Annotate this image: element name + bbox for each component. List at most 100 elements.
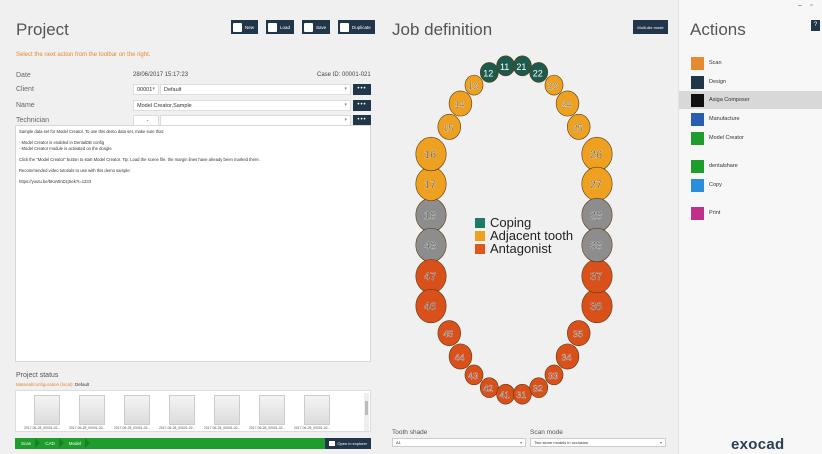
tooth-11[interactable]: 11 (496, 55, 515, 77)
workflow-step-model[interactable]: Model (63, 438, 91, 449)
tooth-48[interactable]: 48 (415, 227, 447, 263)
tooth-number: 23 (548, 81, 558, 91)
action-scan[interactable]: Scan (679, 54, 822, 72)
tooth-33[interactable]: 33 (544, 364, 564, 386)
scan-mode-select[interactable]: Two stone models in occlusion ▾ (530, 438, 666, 447)
tooth-42[interactable]: 42 (479, 377, 499, 398)
action-dentalshare[interactable]: dentalshare (679, 157, 822, 175)
print-icon (691, 206, 704, 220)
client-more-button[interactable]: ••• (353, 84, 371, 95)
tooth-18[interactable]: 18 (415, 197, 447, 233)
file-thumbnail-label: 2017-06-28_00001-02... (294, 426, 331, 430)
file-thumbnail-label: 2017-06-28_00001-02... (24, 426, 61, 430)
action-label: Model Creator (709, 135, 744, 141)
client-code-select[interactable]: 00001 ▾ (133, 84, 159, 95)
tooth-number: 12 (483, 68, 493, 78)
tooth-shade-select[interactable]: A1 ▾ (392, 438, 526, 447)
tooth-12[interactable]: 12 (479, 62, 499, 83)
action-print[interactable]: Print (679, 204, 822, 222)
tooth-number: 33 (548, 371, 558, 381)
scan-mode-label: Scan mode (530, 429, 563, 436)
action-model-creator[interactable]: Model Creator (679, 129, 822, 147)
file-thumbnail[interactable] (304, 395, 330, 425)
tooth-number: 42 (483, 384, 493, 394)
project-panel: Project New Load Save Duplicate Select t… (0, 0, 380, 454)
file-thumbnail[interactable] (214, 395, 240, 425)
tooth-number: 13 (468, 81, 478, 91)
action-label: Asiga Composer (709, 97, 750, 103)
folder-icon (329, 441, 336, 446)
open-in-explorer-button[interactable]: Open in explorer (325, 438, 371, 449)
tooth-number: 16 (424, 149, 436, 161)
chevron-down-icon: ▾ (659, 440, 662, 445)
chevron-down-icon: ▾ (344, 117, 347, 123)
save-button[interactable]: Save (302, 20, 331, 34)
tooth-25[interactable]: 25 (567, 113, 591, 140)
tooth-35[interactable]: 35 (567, 320, 591, 347)
project-status-title: Project status (16, 372, 59, 379)
tooth-16[interactable]: 16 (415, 136, 447, 172)
tooth-45[interactable]: 45 (437, 320, 461, 347)
tooth-17[interactable]: 17 (415, 166, 447, 201)
tooth-23[interactable]: 23 (544, 74, 564, 96)
duplicate-icon (340, 22, 349, 32)
action-manufacture[interactable]: Manufacture (679, 110, 822, 128)
tooth-13[interactable]: 13 (464, 74, 484, 96)
client-label: Client (16, 86, 34, 93)
tooth-number: 35 (573, 329, 583, 339)
file-thumbnail[interactable] (169, 395, 195, 425)
tooth-number: 43 (468, 371, 478, 381)
client-name-select[interactable]: Default ▾ (160, 84, 351, 95)
tooth-24[interactable]: 24 (555, 90, 580, 117)
action-design[interactable]: Design (679, 73, 822, 91)
tooth-31[interactable]: 31 (513, 383, 532, 405)
copy-icon (691, 178, 704, 192)
scrollbar-thumb[interactable] (365, 401, 368, 415)
tooth-14[interactable]: 14 (448, 90, 473, 117)
tooth-32[interactable]: 32 (529, 377, 549, 398)
tooth-41[interactable]: 41 (496, 383, 515, 405)
tooth-47[interactable]: 47 (415, 259, 447, 294)
workflow-step-cad[interactable]: CAD (39, 438, 64, 449)
tooth-number: 48 (424, 240, 436, 252)
tooth-27[interactable]: 27 (581, 166, 613, 201)
tooth-number: 15 (443, 123, 453, 133)
legend-antagonist: Antagonist (475, 241, 551, 256)
tooth-44[interactable]: 44 (448, 343, 473, 370)
tooth-number: 47 (424, 271, 436, 283)
file-thumbnail[interactable] (124, 395, 150, 425)
file-thumbnail[interactable] (79, 395, 105, 425)
tooth-36[interactable]: 36 (581, 288, 613, 324)
action-label: Copy (709, 182, 722, 188)
action-asiga-composer[interactable]: Asiga Composer (679, 91, 822, 109)
duplicate-button[interactable]: Duplicate (338, 20, 375, 34)
new-button[interactable]: New (231, 20, 259, 34)
file-thumbnail-label: 2017-06-28_00001-02... (204, 426, 241, 430)
workflow-step-scan[interactable]: Scan (15, 438, 41, 449)
action-label: Design (709, 79, 727, 85)
tooth-46[interactable]: 46 (415, 288, 447, 324)
notes-textarea[interactable]: Sample data set for Model Creator. To us… (15, 125, 371, 362)
tooth-26[interactable]: 26 (581, 136, 613, 172)
tooth-number: 34 (562, 352, 572, 362)
tooth-43[interactable]: 43 (464, 364, 484, 386)
tooth-38[interactable]: 38 (581, 227, 613, 263)
tooth-15[interactable]: 15 (437, 113, 461, 140)
help-button[interactable]: ? (811, 20, 820, 31)
tooth-34[interactable]: 34 (555, 343, 580, 370)
tooth-22[interactable]: 22 (529, 62, 549, 83)
tooth-number: 26 (590, 149, 602, 161)
tooth-21[interactable]: 21 (513, 55, 532, 77)
name-more-button[interactable]: ••• (353, 100, 371, 111)
file-thumbnail[interactable] (34, 395, 60, 425)
tooth-37[interactable]: 37 (581, 259, 613, 294)
files-scrollbar[interactable] (364, 393, 369, 431)
name-field[interactable]: Model Creator,Sample ▾ (133, 100, 351, 111)
minimize-button[interactable]: – (798, 2, 802, 9)
tooth-28[interactable]: 28 (581, 197, 613, 233)
file-thumbnail[interactable] (259, 395, 285, 425)
action-copy[interactable]: Copy (679, 176, 822, 194)
legend-swatch (475, 230, 485, 241)
load-button[interactable]: Load (266, 20, 295, 34)
maximize-button[interactable]: ▫ (810, 2, 812, 9)
